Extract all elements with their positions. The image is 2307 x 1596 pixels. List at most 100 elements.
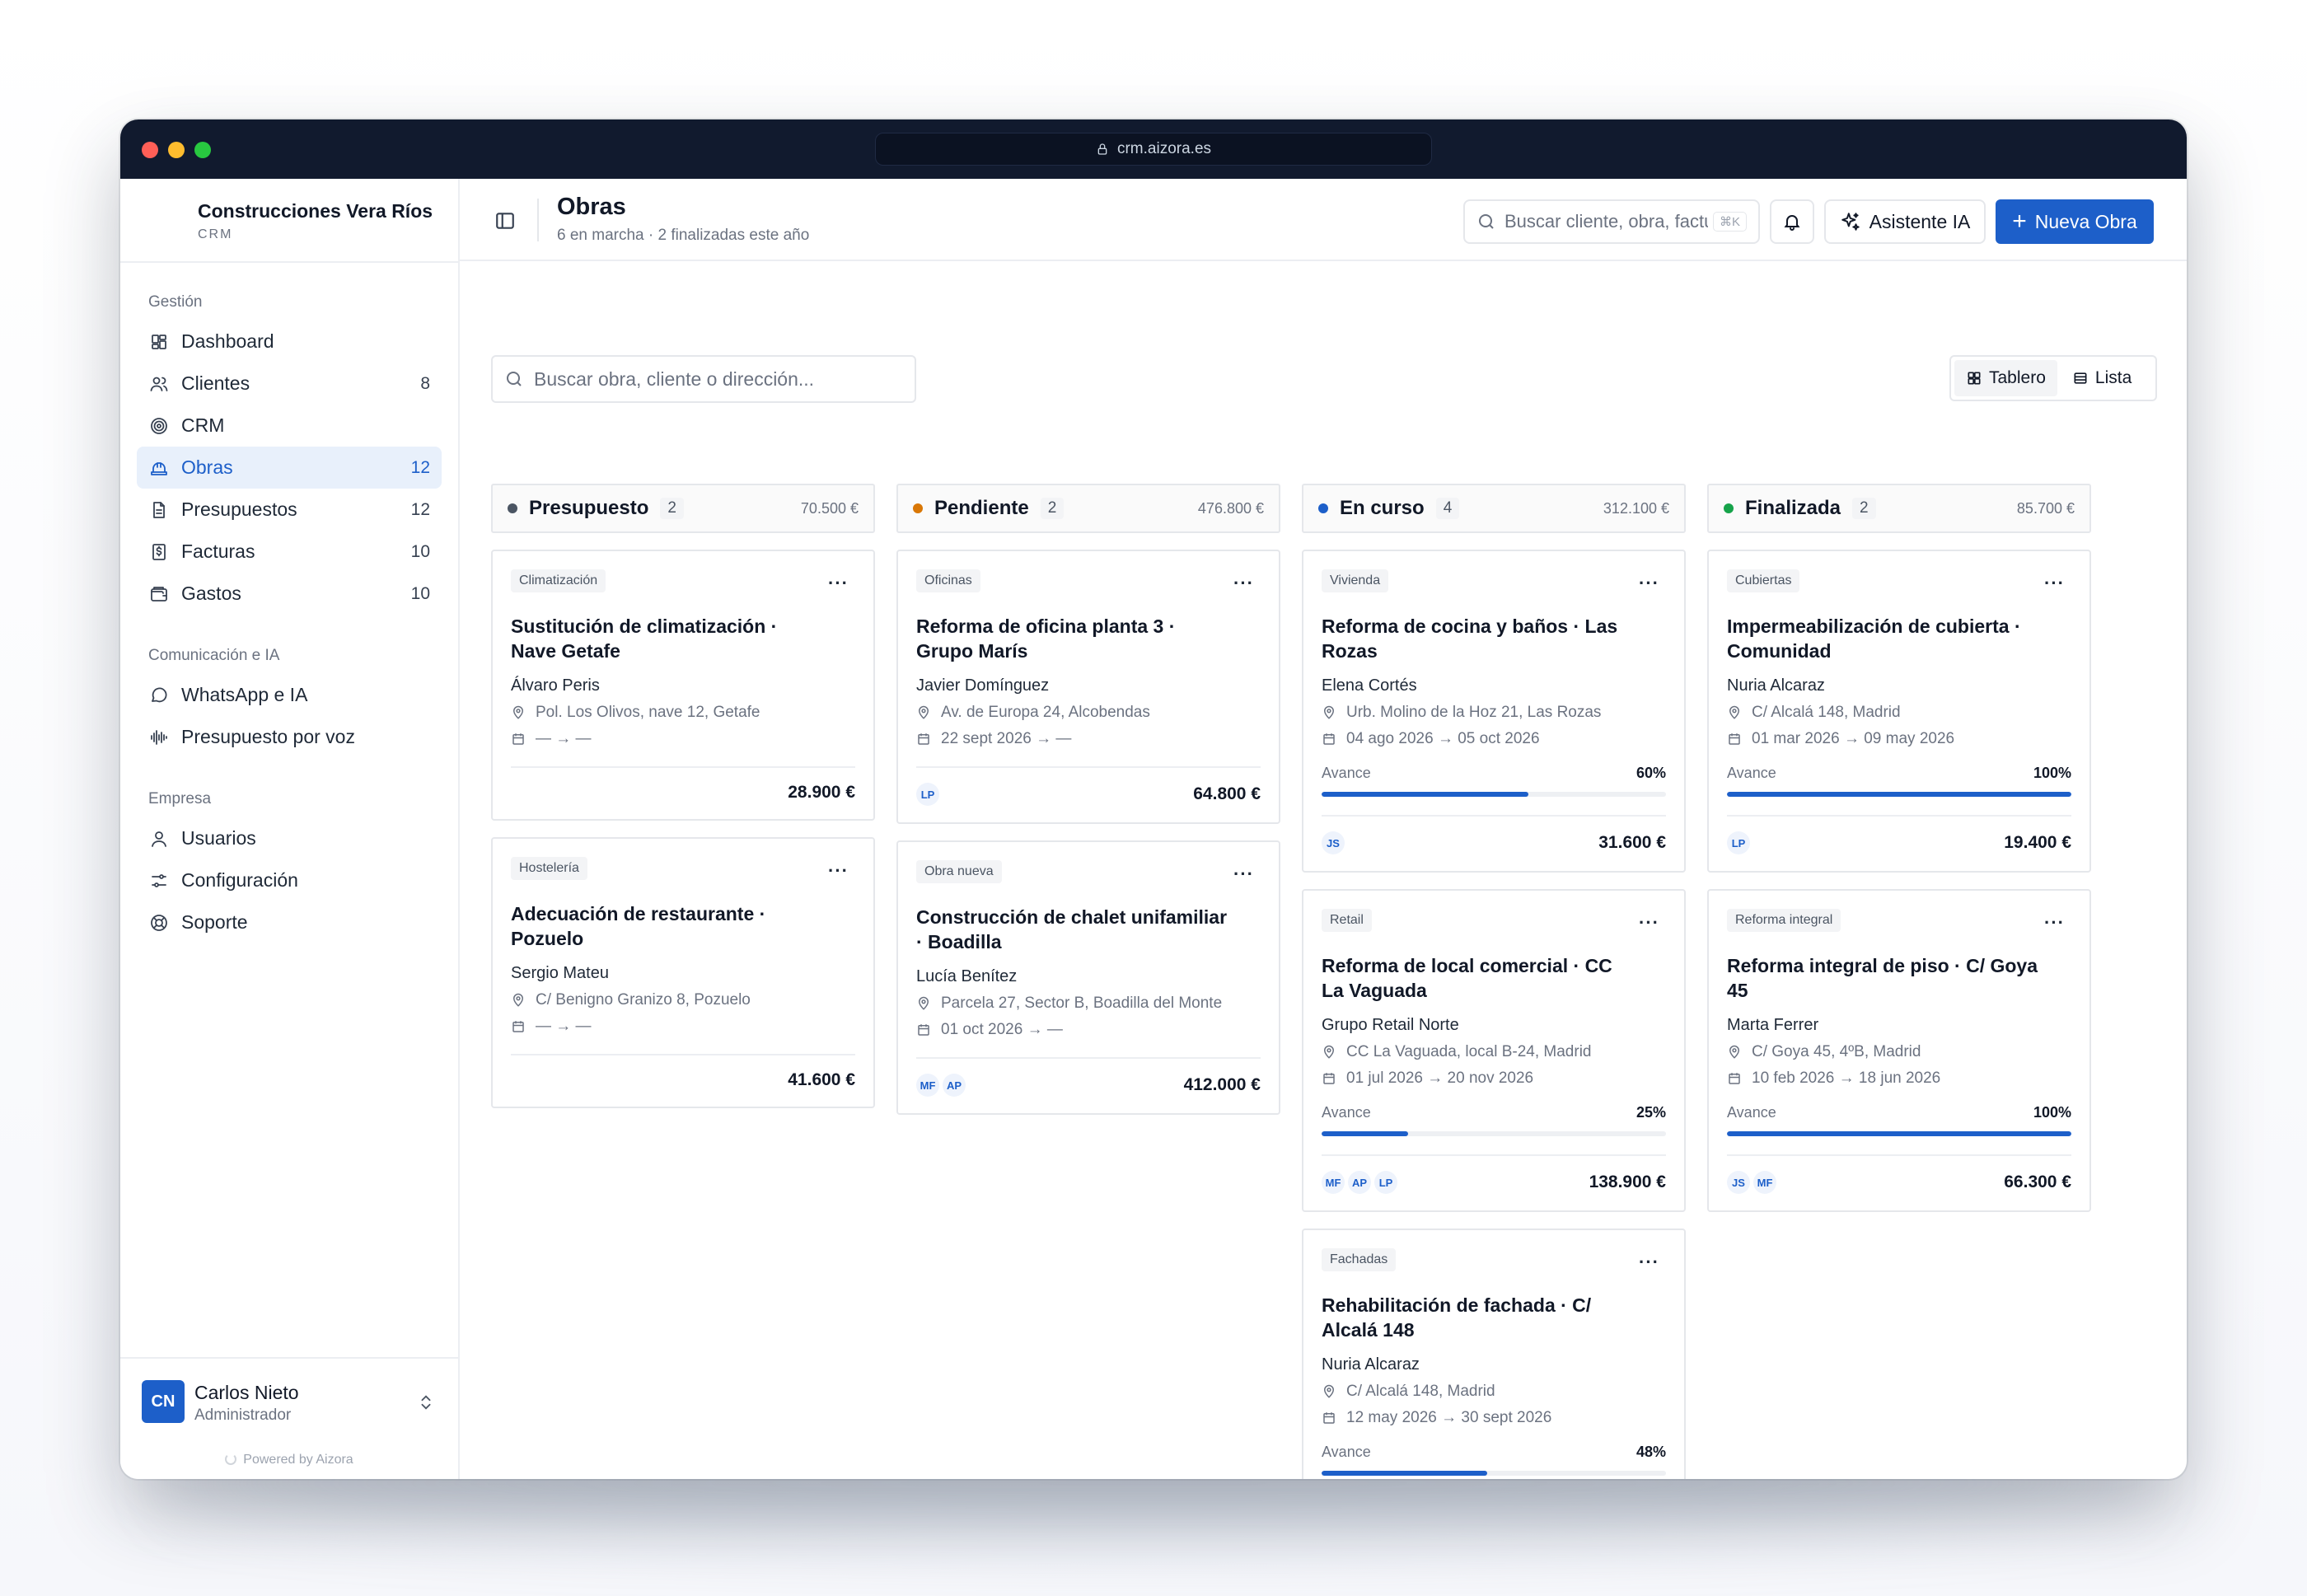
sidebar-item-crm[interactable]: CRM bbox=[137, 405, 442, 447]
status-dot bbox=[508, 503, 517, 513]
board-search-input[interactable]: Buscar obra, cliente o dirección... bbox=[491, 355, 916, 403]
users-icon bbox=[148, 373, 170, 395]
more-options-icon[interactable]: ··· bbox=[828, 573, 849, 594]
dates-text: 01 oct 2026 → — bbox=[941, 1021, 1063, 1038]
document-icon bbox=[148, 499, 170, 521]
sidebar-item-obras[interactable]: Obras 12 bbox=[137, 447, 442, 489]
board-view-button[interactable]: Tablero bbox=[1954, 360, 2057, 396]
search-icon bbox=[1479, 214, 1494, 229]
map-pin-icon bbox=[918, 705, 929, 719]
divider bbox=[120, 261, 458, 263]
map-pin-icon bbox=[512, 993, 524, 1007]
assignee-avatar[interactable]: AP bbox=[1348, 1171, 1371, 1194]
assignee-avatar[interactable]: MF bbox=[916, 1074, 939, 1097]
waveform-icon bbox=[148, 727, 170, 748]
project-card[interactable]: Cubiertas ··· Impermeabilización de cubier… bbox=[1707, 550, 2091, 873]
sidebar-item-count: 10 bbox=[410, 541, 430, 561]
dates-text: — → — bbox=[536, 1018, 592, 1035]
category-tag: Fachadas bbox=[1322, 1248, 1397, 1271]
assignee-avatar[interactable]: JS bbox=[1322, 831, 1345, 854]
project-card[interactable]: Climatización ··· Sustitución de climatiza… bbox=[491, 550, 875, 821]
more-options-icon[interactable]: ··· bbox=[1233, 573, 1254, 594]
address-bar[interactable]: crm.aizora.es bbox=[875, 133, 1432, 166]
client-name: Nuria Alcaraz bbox=[1727, 676, 1825, 695]
sidebar-item-gastos[interactable]: Gastos 10 bbox=[137, 573, 442, 615]
target-icon bbox=[148, 415, 170, 437]
project-card[interactable]: Obra nueva ··· Construcción de chalet unif… bbox=[896, 840, 1280, 1115]
more-options-icon[interactable]: ··· bbox=[1233, 864, 1254, 885]
more-options-icon[interactable]: ··· bbox=[1639, 1252, 1659, 1273]
category-tag: Vivienda bbox=[1322, 569, 1389, 592]
category-tag: Obra nueva bbox=[916, 860, 1002, 883]
brand[interactable]: Construcciones Vera Ríos CRM bbox=[198, 200, 433, 242]
sidebar-item-clientes[interactable]: Clientes 8 bbox=[137, 363, 442, 405]
maximize-window-button[interactable] bbox=[194, 142, 211, 158]
status-dot bbox=[913, 503, 923, 513]
category-tag: Climatización bbox=[511, 569, 606, 592]
new-project-button[interactable]: + Nueva Obra bbox=[1996, 199, 2154, 244]
more-options-icon[interactable]: ··· bbox=[828, 860, 849, 882]
column-count-badge: 2 bbox=[1852, 498, 1876, 519]
grid-icon bbox=[1968, 372, 1981, 385]
assignee-avatar[interactable]: LP bbox=[916, 783, 939, 806]
column-total: 70.500 € bbox=[800, 499, 859, 517]
progress-label: Avance bbox=[1322, 1444, 1371, 1460]
assignees: MF AP LP bbox=[1322, 1171, 1397, 1194]
view-toggle: Tablero Lista bbox=[1949, 355, 2157, 401]
chevron-up-down-icon[interactable] bbox=[417, 1393, 435, 1411]
map-pin-icon bbox=[1729, 705, 1740, 719]
project-card[interactable]: Vivienda ··· Reforma de cocina y baños · L… bbox=[1302, 550, 1686, 873]
category-tag: Hostelería bbox=[511, 857, 587, 880]
sidebar-item-soporte[interactable]: Soporte bbox=[137, 901, 442, 943]
column-header: Finalizada 2 85.700 € bbox=[1707, 484, 2091, 533]
wallet-icon bbox=[148, 583, 170, 605]
column-header: Pendiente 2 476.800 € bbox=[896, 484, 1280, 533]
global-search-input[interactable]: Buscar cliente, obra, factura... ⌘K bbox=[1463, 199, 1760, 244]
project-card[interactable]: Fachadas ··· Rehabilitación de fachada · C… bbox=[1302, 1229, 1686, 1479]
minimize-window-button[interactable] bbox=[168, 142, 185, 158]
sidebar-item-usuarios[interactable]: Usuarios bbox=[137, 817, 442, 859]
progress-bar bbox=[1727, 792, 2071, 797]
column-total: 476.800 € bbox=[1197, 499, 1264, 517]
status-dot bbox=[1318, 503, 1328, 513]
calendar-icon bbox=[1729, 1073, 1740, 1084]
dates-text: 01 jul 2026 → 20 nov 2026 bbox=[1346, 1069, 1534, 1087]
assignee-avatar[interactable]: MF bbox=[1753, 1171, 1776, 1194]
dates-row: 12 may 2026 → 30 sept 2026 bbox=[1322, 1409, 1666, 1427]
project-card[interactable]: Hostelería ··· Adecuación de restaurante ·… bbox=[491, 837, 875, 1108]
card-amount: 412.000 € bbox=[1183, 1075, 1261, 1094]
assignees: LP bbox=[916, 783, 939, 806]
project-card[interactable]: Reforma integral ··· Reforma integral de p… bbox=[1707, 889, 2091, 1212]
sidebar-item-dashboard[interactable]: Dashboard bbox=[137, 321, 442, 363]
sidebar-toggle-icon[interactable] bbox=[494, 210, 516, 232]
project-card[interactable]: Retail ··· Reforma de local comercial · CC… bbox=[1302, 889, 1686, 1212]
address-text: Av. de Europa 24, Alcobendas bbox=[941, 704, 1150, 721]
more-options-icon[interactable]: ··· bbox=[2044, 912, 2065, 934]
assignee-avatar[interactable]: LP bbox=[1374, 1171, 1397, 1194]
notifications-button[interactable] bbox=[1770, 199, 1814, 244]
project-card[interactable]: Oficinas ··· Reforma de oficina planta 3 ·… bbox=[896, 550, 1280, 824]
more-options-icon[interactable]: ··· bbox=[2044, 573, 2065, 594]
category-tag: Reforma integral bbox=[1727, 909, 1841, 932]
assignee-avatar[interactable]: MF bbox=[1322, 1171, 1345, 1194]
more-options-icon[interactable]: ··· bbox=[1639, 912, 1659, 934]
progress-row: Avance 100% bbox=[1727, 765, 2071, 782]
assignee-avatar[interactable]: JS bbox=[1727, 1171, 1750, 1194]
lifebuoy-icon bbox=[148, 912, 170, 934]
more-options-icon[interactable]: ··· bbox=[1639, 573, 1659, 594]
list-view-button[interactable]: Lista bbox=[2061, 360, 2143, 396]
close-window-button[interactable] bbox=[142, 142, 158, 158]
sidebar-item-configuracion[interactable]: Configuración bbox=[137, 859, 442, 901]
assignees: JS bbox=[1322, 831, 1345, 854]
assignee-avatar[interactable]: LP bbox=[1727, 831, 1750, 854]
ai-assistant-button[interactable]: Asistente IA bbox=[1824, 199, 1986, 244]
sidebar-item-presupuestos[interactable]: Presupuestos 12 bbox=[137, 489, 442, 531]
card-amount: 64.800 € bbox=[1193, 784, 1261, 803]
user-menu[interactable]: CN Carlos Nieto Administrador Powered by… bbox=[120, 1357, 458, 1479]
progress-row: Avance 48% bbox=[1322, 1444, 1666, 1461]
sidebar-item-count: 10 bbox=[410, 583, 430, 603]
assignee-avatar[interactable]: AP bbox=[943, 1074, 966, 1097]
sidebar-item-facturas[interactable]: Facturas 10 bbox=[137, 531, 442, 573]
sidebar-item-presupuesto-por-voz[interactable]: Presupuesto por voz bbox=[137, 716, 442, 758]
sidebar-item-whatsapp-e-ia[interactable]: WhatsApp e IA bbox=[137, 674, 442, 716]
